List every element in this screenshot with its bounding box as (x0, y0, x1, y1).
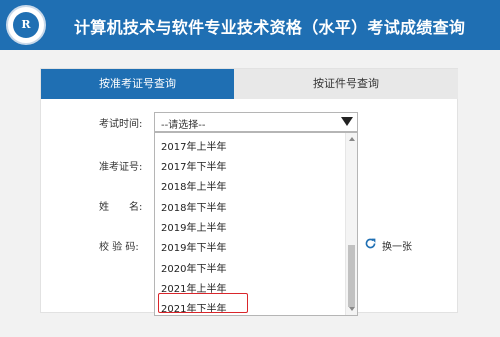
exam-time-select[interactable]: --请选择-- (154, 112, 358, 132)
triangle-down-icon[interactable] (341, 117, 353, 126)
exam-time-label: 考试时间: (99, 119, 143, 130)
page-header: R 计算机技术与软件专业技术资格（水平）考试成绩查询 (0, 0, 500, 50)
admission-number-label: 准考证号: (99, 162, 143, 173)
option-2019-first-half[interactable]: 2019年上半年 (161, 219, 226, 234)
option-2019-second-half[interactable]: 2019年下半年 (161, 239, 226, 254)
name-label: 姓 名: (99, 202, 143, 213)
scroll-down-icon[interactable] (349, 307, 355, 311)
scroll-up-icon[interactable] (349, 137, 355, 141)
option-2018-first-half[interactable]: 2018年上半年 (161, 178, 226, 193)
captcha-label: 校 验 码: (99, 242, 139, 253)
dropdown-scrollbar[interactable] (345, 133, 357, 315)
logo-emblem: R (13, 12, 39, 38)
option-2020-second-half[interactable]: 2020年下半年 (161, 260, 226, 275)
option-2017-first-half[interactable]: 2017年上半年 (161, 138, 226, 153)
highlight-frame (158, 293, 248, 313)
option-2018-second-half[interactable]: 2018年下半年 (161, 199, 226, 214)
tab-admission-number[interactable]: 按准考证号查询 (41, 69, 234, 99)
select-value: --请选择-- (161, 120, 206, 131)
page-title: 计算机技术与软件专业技术资格（水平）考试成绩查询 (74, 18, 466, 37)
exam-time-dropdown[interactable]: 2017年上半年 2017年下半年 2018年上半年 2018年下半年 2019… (154, 132, 358, 316)
exam-seal-logo: R (6, 5, 46, 45)
scroll-thumb[interactable] (348, 245, 355, 307)
option-2017-second-half[interactable]: 2017年下半年 (161, 158, 226, 173)
refresh-label[interactable]: 换一张 (382, 238, 412, 253)
refresh-icon[interactable] (364, 237, 377, 250)
tab-id-number[interactable]: 按证件号查询 (234, 69, 458, 99)
